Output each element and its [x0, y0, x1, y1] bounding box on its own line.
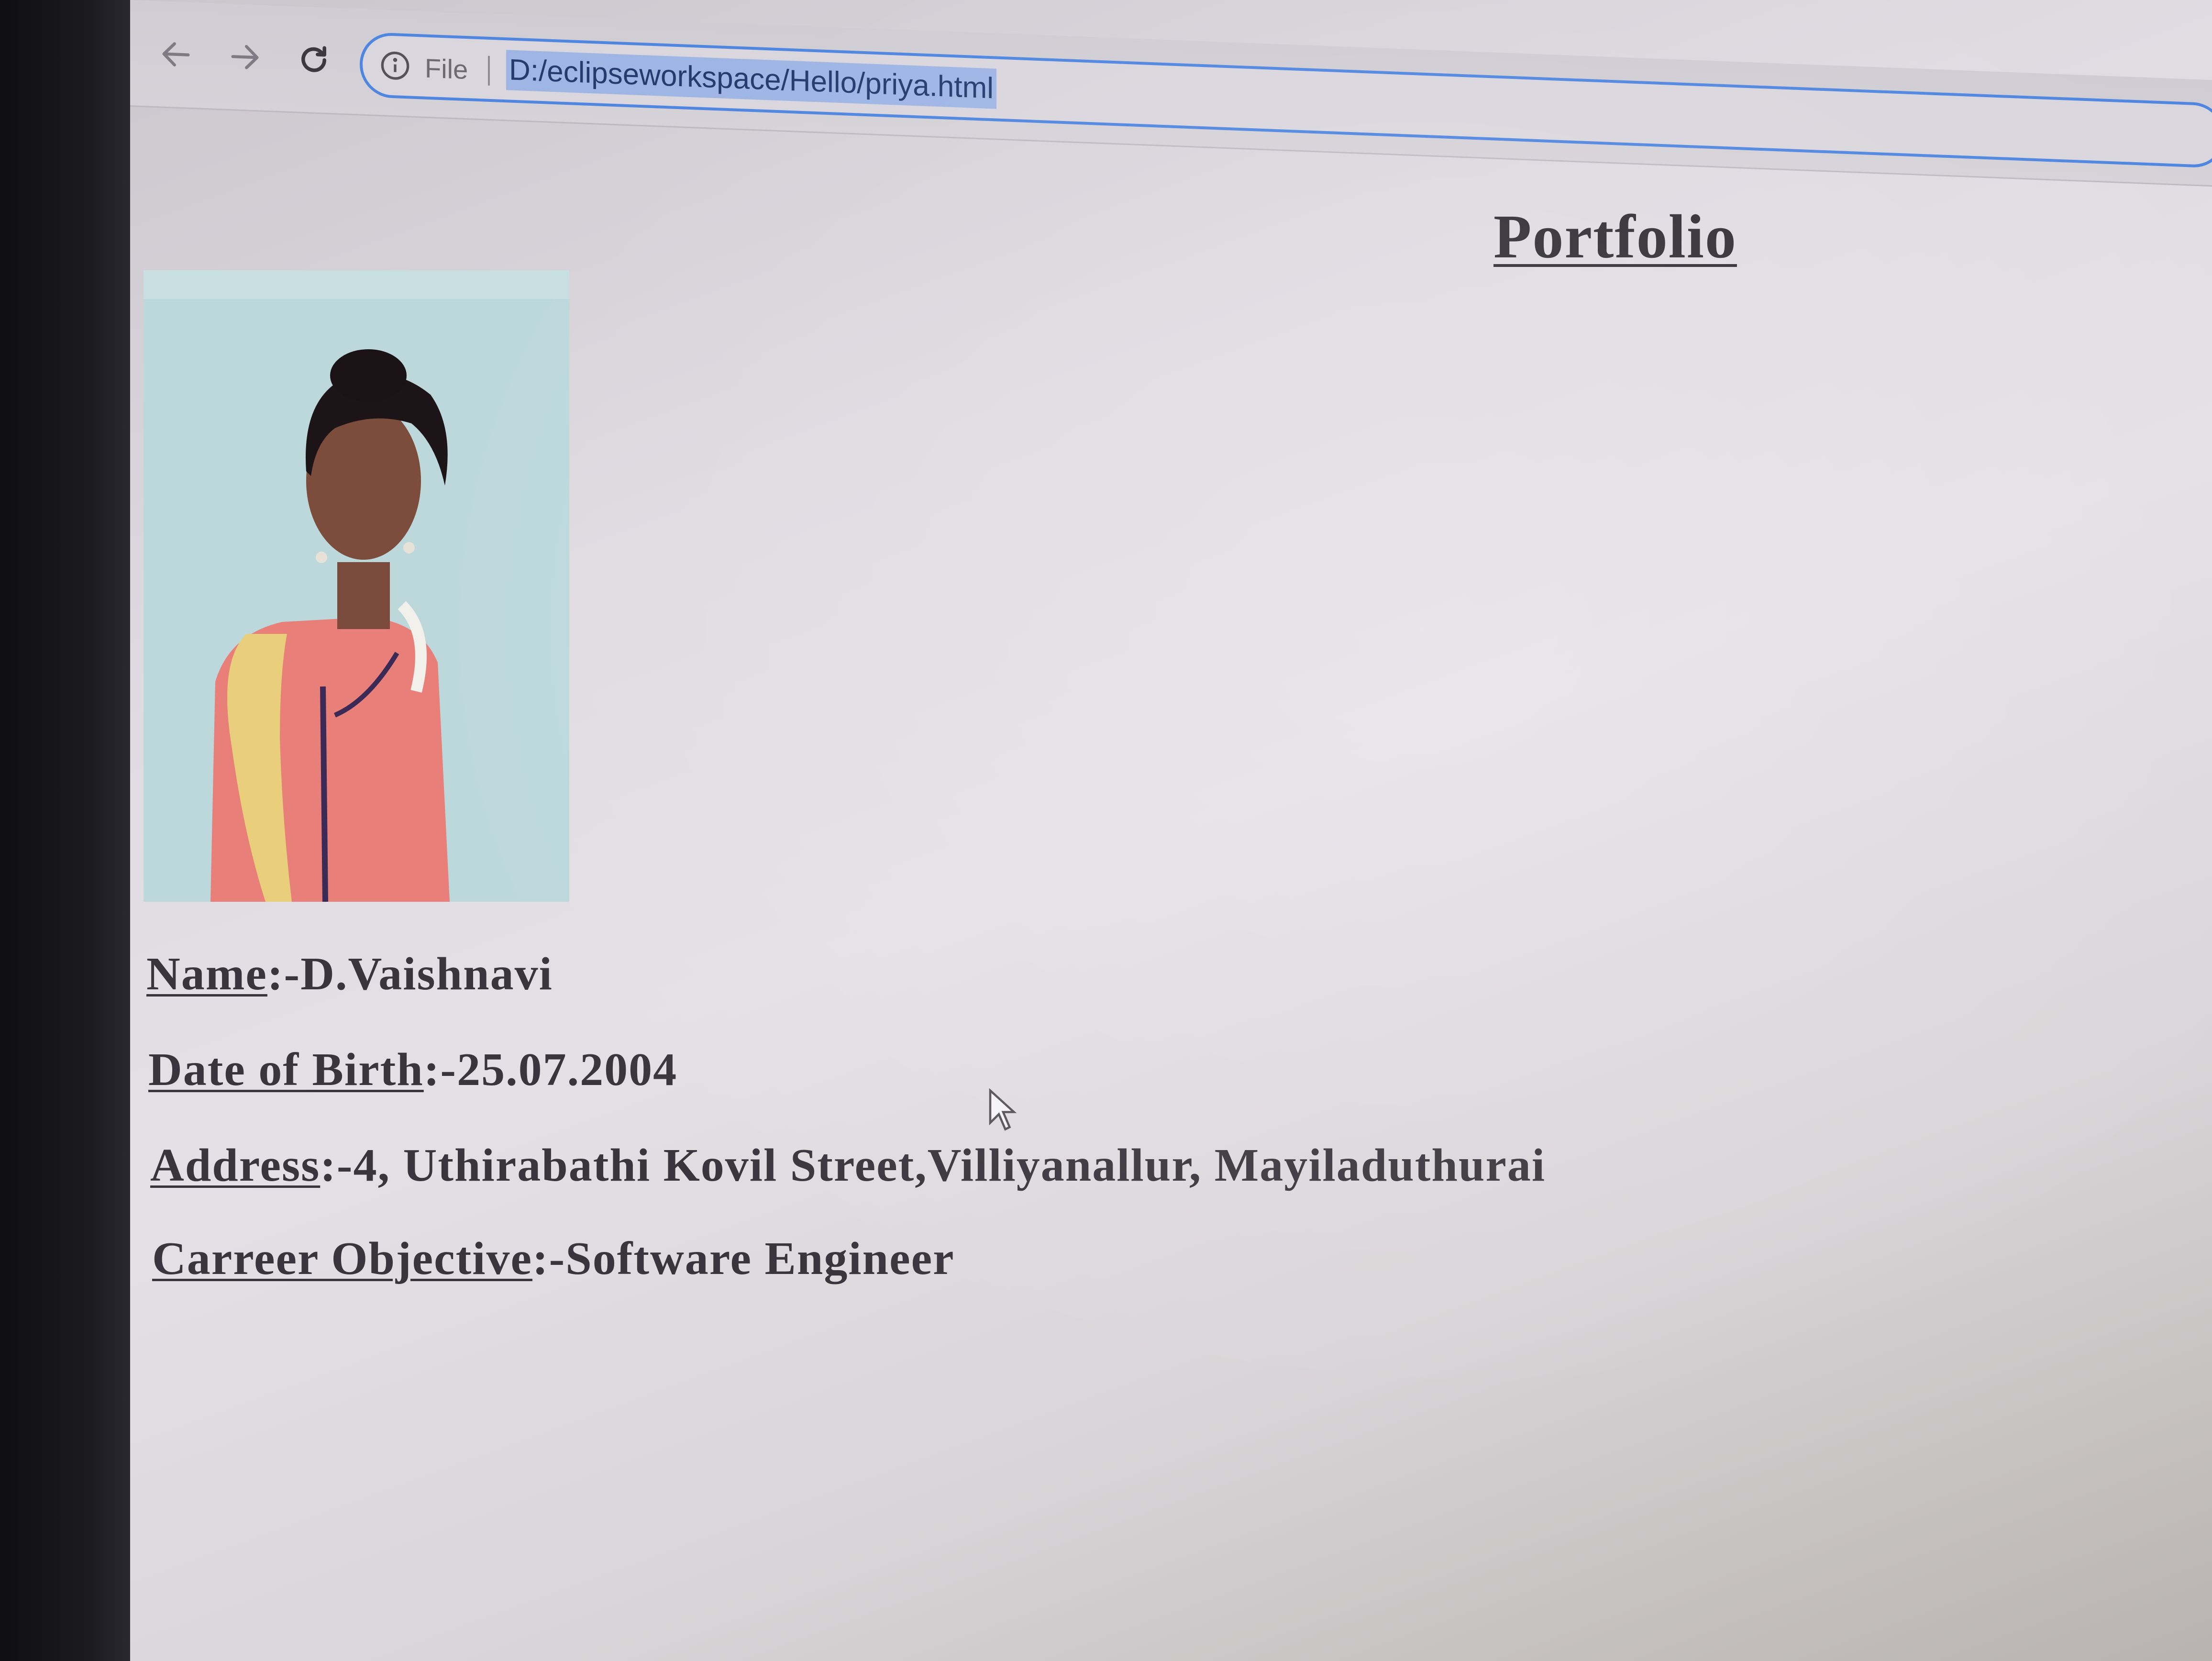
dob-separator: :- [423, 1044, 457, 1096]
dob-field: Date of Birth:-25.07.2004 [148, 1043, 677, 1096]
arrow-left-icon [162, 42, 190, 66]
forward-button[interactable] [221, 32, 269, 82]
name-label: Name [146, 948, 267, 1000]
profile-photo [144, 270, 569, 902]
back-button[interactable] [152, 30, 200, 79]
info-circle-icon[interactable] [380, 50, 410, 81]
page-title: Portfolio [1493, 202, 1737, 271]
page-content: Portfolio Name:-D.Vaishnavi Date of Birt… [130, 115, 2212, 1661]
name-separator: :- [267, 948, 301, 1000]
address-label: Address [150, 1140, 321, 1191]
arrow-right-icon [231, 45, 259, 69]
dob-label: Date of Birth [148, 1044, 424, 1096]
mouse-cursor-icon [989, 1088, 1017, 1131]
scheme-label: File [425, 53, 468, 85]
objective-value: Software Engineer [565, 1233, 955, 1285]
reload-button[interactable] [290, 35, 338, 85]
address-field: Address:-4, Uthirabathi Kovil Street,Vil… [150, 1139, 1546, 1192]
objective-label: Carreer Objective [152, 1233, 532, 1285]
address-value: 4, Uthirabathi Kovil Street,Villiyanallu… [353, 1140, 1546, 1191]
address-separator: :- [320, 1140, 354, 1191]
objective-field: Carreer Objective:-Software Engineer [152, 1232, 955, 1285]
name-field: Name:-D.Vaishnavi [146, 947, 553, 1001]
url-text[interactable]: D:/eclipseworkspace/Hello/priya.html [506, 50, 997, 109]
monitor-bezel-left [0, 0, 130, 1661]
address-bar-divider [488, 55, 490, 86]
objective-separator: :- [532, 1233, 566, 1285]
browser-window: File D:/eclipseworkspace/Hello/priya.htm… [130, 0, 2212, 1661]
reload-icon [301, 46, 326, 72]
name-value: D.Vaishnavi [300, 948, 553, 1000]
dob-value: 25.07.2004 [457, 1044, 678, 1096]
